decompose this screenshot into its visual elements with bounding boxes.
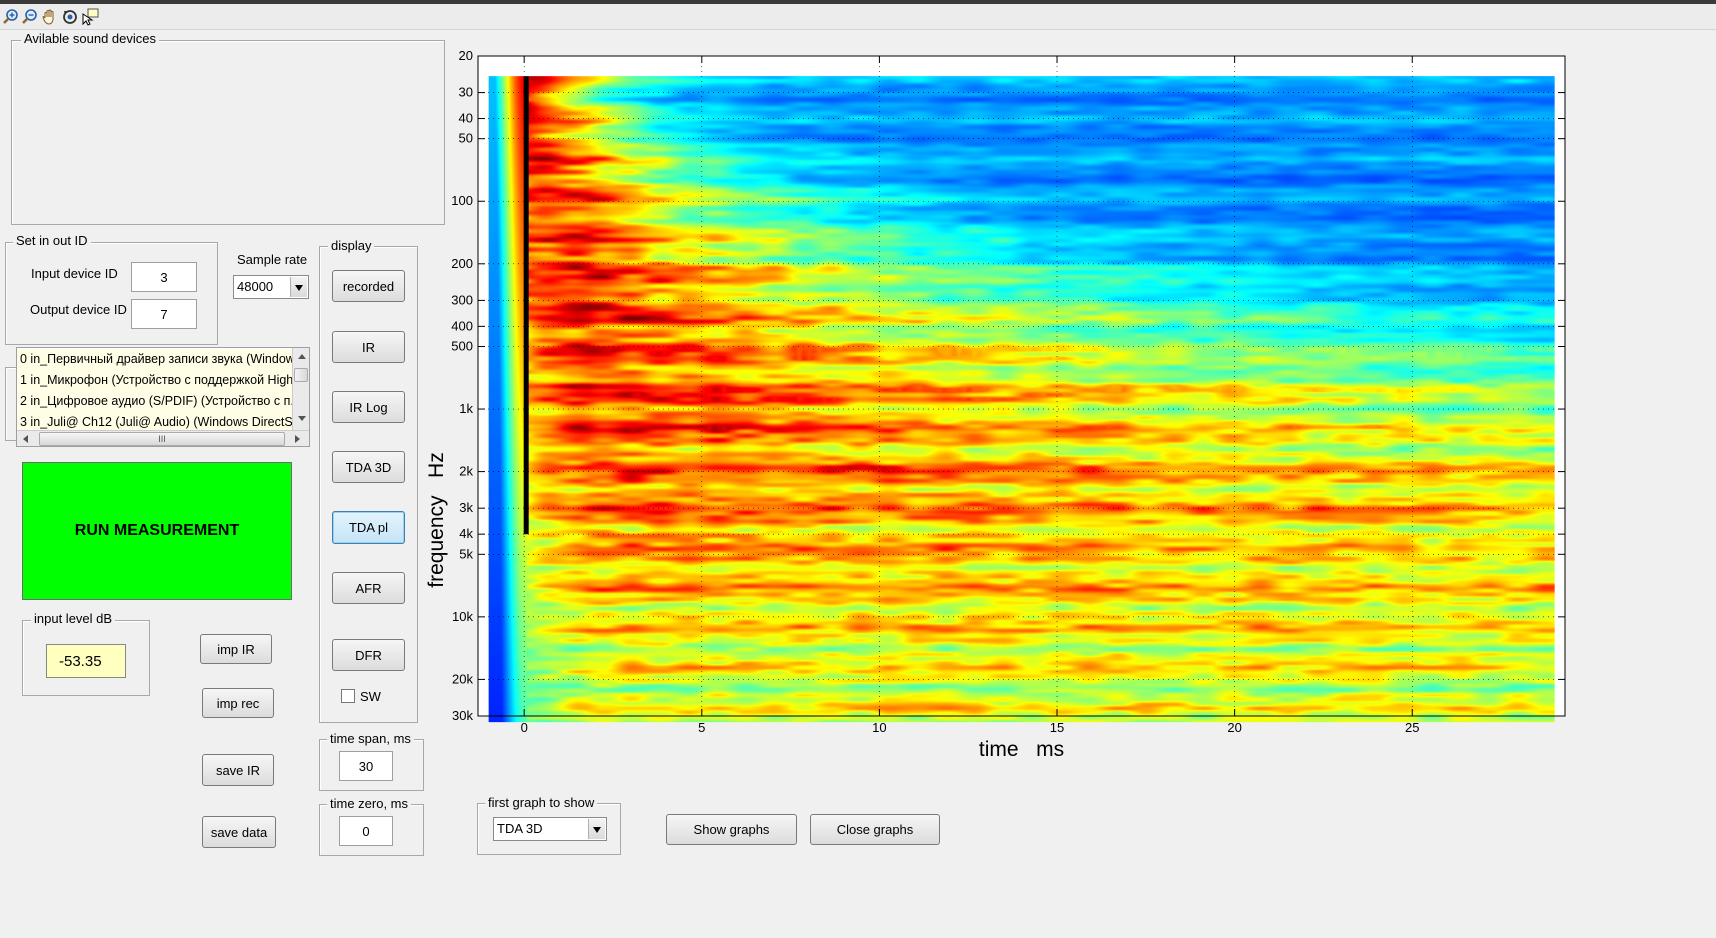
y-tick-label: 100 xyxy=(451,193,473,208)
figure-toolbar xyxy=(0,4,1716,30)
x-tick-label: 15 xyxy=(1050,720,1064,735)
x-tick-label: 5 xyxy=(698,720,705,735)
x-tick-label: 0 xyxy=(521,720,528,735)
afr-button[interactable]: AFR xyxy=(332,572,405,604)
scroll-down-icon[interactable] xyxy=(298,416,306,421)
x-tick-label: 25 xyxy=(1405,720,1419,735)
y-tick-label: 1k xyxy=(459,401,473,416)
input-device-label: Input device ID xyxy=(31,266,118,281)
data-cursor-icon[interactable] xyxy=(81,8,99,26)
y-tick-label: 5k xyxy=(459,546,473,561)
y-tick-label: 40 xyxy=(459,111,473,126)
input-level-title: input level dB xyxy=(31,611,116,626)
chevron-down-icon[interactable] xyxy=(588,819,605,839)
rotate-icon[interactable] xyxy=(61,8,79,26)
set-io-title: Set in out ID xyxy=(13,233,91,248)
tda-3d-button[interactable]: TDA 3D xyxy=(332,451,405,483)
scroll-thumb[interactable]: III xyxy=(39,432,285,446)
show-graphs-button[interactable]: Show graphs xyxy=(666,814,797,845)
save-data-button[interactable]: save data xyxy=(202,816,276,848)
list-item[interactable]: 0 in_Первичный драйвер записи звука (Win… xyxy=(17,349,309,370)
run-measurement-button[interactable]: RUN MEASUREMENT xyxy=(22,462,292,600)
time-zero-title: time zero, ms xyxy=(327,796,412,811)
input-level-value: -53.35 xyxy=(46,644,126,678)
zoom-in-icon[interactable] xyxy=(2,8,20,26)
y-axis-label: frequency Hz xyxy=(425,452,448,587)
zoom-out-icon[interactable] xyxy=(21,8,39,26)
y-tick-label: 200 xyxy=(451,256,473,271)
close-graphs-button[interactable]: Close graphs xyxy=(810,814,940,845)
y-tick-label: 50 xyxy=(459,131,473,146)
y-tick-label: 300 xyxy=(451,292,473,307)
dfr-button[interactable]: DFR xyxy=(332,639,405,671)
pan-hand-icon[interactable] xyxy=(41,8,59,26)
scroll-right-icon[interactable] xyxy=(295,435,300,443)
first-graph-select[interactable]: TDA 3D xyxy=(493,817,607,841)
display-title: display xyxy=(328,238,375,253)
recorded-button[interactable]: recorded xyxy=(332,270,405,302)
first-graph-value: TDA 3D xyxy=(497,821,543,836)
vertical-scrollbar[interactable] xyxy=(292,348,309,430)
device-list[interactable]: 0 in_Первичный драйвер записи звука (Win… xyxy=(16,347,310,447)
ir-button[interactable]: IR xyxy=(332,331,405,363)
output-device-label: Output device ID xyxy=(30,302,127,317)
scroll-thumb[interactable] xyxy=(294,368,308,382)
x-tick-label: 10 xyxy=(872,720,886,735)
output-device-field[interactable]: 7 xyxy=(131,299,197,329)
y-tick-label: 2k xyxy=(459,464,473,479)
scroll-left-icon[interactable] xyxy=(23,435,28,443)
list-item[interactable]: 1 in_Микрофон (Устройство с поддержкой H… xyxy=(17,370,309,391)
y-tick-label: 400 xyxy=(451,318,473,333)
sw-checkbox[interactable] xyxy=(341,689,355,703)
save-ir-button[interactable]: save IR xyxy=(202,754,274,786)
y-tick-label: 500 xyxy=(451,338,473,353)
available-devices-title: Avilable sound devices xyxy=(21,31,160,46)
x-axis-label: time ms xyxy=(979,738,1064,761)
time-span-field[interactable]: 30 xyxy=(339,751,393,781)
scroll-up-icon[interactable] xyxy=(298,354,306,359)
imp-ir-button[interactable]: imp IR xyxy=(200,634,272,664)
y-tick-label: 10k xyxy=(452,609,473,624)
ir-log-button[interactable]: IR Log xyxy=(332,391,405,423)
available-devices-panel xyxy=(11,40,445,225)
sw-label: SW xyxy=(360,689,381,704)
y-tick-label: 3k xyxy=(459,500,473,515)
y-tick-label: 30 xyxy=(459,85,473,100)
sample-rate-value: 48000 xyxy=(237,279,274,294)
tda-pl-button[interactable]: TDA pl xyxy=(332,511,405,544)
input-device-field[interactable]: 3 xyxy=(131,262,197,292)
imp-rec-button[interactable]: imp rec xyxy=(202,688,274,718)
first-graph-title: first graph to show xyxy=(485,795,598,810)
y-tick-label: 30k xyxy=(452,708,473,723)
y-tick-label: 20k xyxy=(452,671,473,686)
sample-rate-label: Sample rate xyxy=(237,252,308,267)
chevron-down-icon[interactable] xyxy=(290,277,307,297)
list-item[interactable]: 2 in_Цифровое аудио (S/PDIF) (Устройство… xyxy=(17,391,309,412)
tda-plot: 0 5 10 15 20 25 20 30 40 50 100 200 300 400 500 1k 2k 3k 4… xyxy=(400,40,1716,780)
spectrogram-image xyxy=(488,76,1555,723)
y-tick-label: 20 xyxy=(459,48,473,63)
time-zero-field[interactable]: 0 xyxy=(339,816,393,846)
y-tick-label: 4k xyxy=(459,526,473,541)
tda-plot-svg: 0 5 10 15 20 25 20 30 40 50 100 200 300 400 500 1k 2k 3k 4… xyxy=(425,48,1566,761)
set-io-panel xyxy=(5,242,218,345)
sample-rate-select[interactable]: 48000 xyxy=(233,275,309,299)
horizontal-scrollbar[interactable]: III xyxy=(17,430,309,446)
x-tick-label: 20 xyxy=(1227,720,1241,735)
